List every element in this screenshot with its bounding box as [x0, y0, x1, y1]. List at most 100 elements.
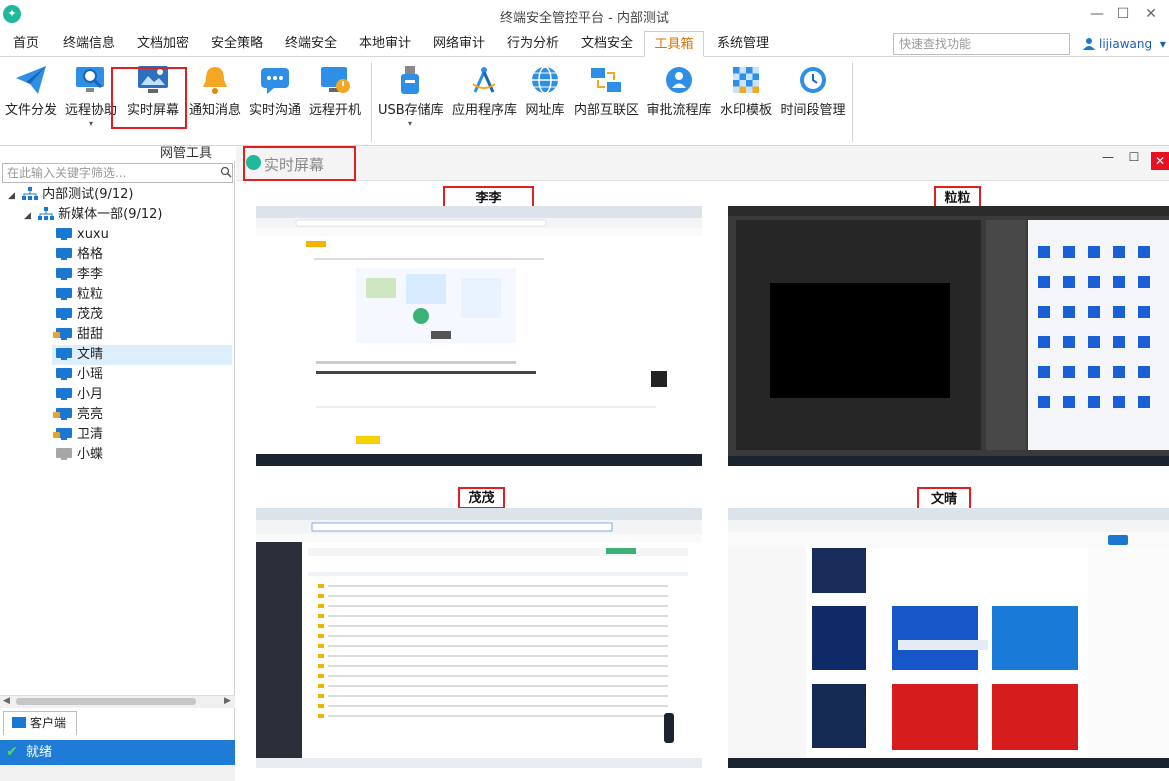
- screen-name-label: 茂茂: [468, 491, 495, 506]
- tree-terminal-node[interactable]: 甜甜: [53, 325, 103, 345]
- tree-terminal-node[interactable]: 亮亮: [53, 405, 103, 425]
- screen-thumbnail[interactable]: [728, 508, 1169, 768]
- usb-drive-icon: [393, 64, 427, 96]
- computer-icon: [56, 348, 72, 360]
- scrollbar-thumb[interactable]: [16, 698, 196, 705]
- computer-icon: [56, 228, 72, 240]
- chevron-down-icon: ▾: [88, 119, 93, 128]
- maximize-button[interactable]: ☐: [1112, 4, 1134, 24]
- chevron-down-icon: ▾: [407, 119, 412, 128]
- menu-network-audit[interactable]: 网络审计: [428, 31, 490, 57]
- tree-terminal-node[interactable]: 茂茂: [56, 305, 103, 325]
- gear-user-icon: [662, 64, 696, 96]
- tool-watermark-template[interactable]: 水印模板: [718, 58, 774, 126]
- chevron-down-icon: ▾: [1159, 37, 1166, 51]
- tool-url-lib[interactable]: 网址库: [522, 58, 568, 126]
- expand-arrow-icon[interactable]: ◢: [8, 186, 18, 206]
- status-bar: 就绪: [0, 740, 235, 765]
- screen-thumbnail[interactable]: [256, 206, 702, 466]
- window-title: 终端安全管控平台 - 内部测试: [500, 11, 669, 26]
- locked-computer-icon: [53, 408, 72, 420]
- screen-thumbnail[interactable]: [256, 508, 702, 768]
- ribbon-separator: [371, 62, 372, 142]
- tool-remote-assist[interactable]: 远程协助 ▾: [62, 58, 120, 128]
- tool-remote-boot[interactable]: 远程开机: [306, 58, 364, 126]
- magnifier-monitor-icon: [74, 64, 108, 96]
- expand-arrow-icon[interactable]: ◢: [24, 206, 34, 226]
- menu-system-management[interactable]: 系统管理: [712, 31, 774, 57]
- menu-terminal-security[interactable]: 终端安全: [280, 31, 342, 57]
- tree-terminal-node[interactable]: 卫清: [53, 425, 103, 445]
- locked-computer-icon: [53, 328, 72, 340]
- ribbon-separator: [852, 62, 853, 142]
- tree-root-node[interactable]: ◢ 内部测试(9/12): [8, 185, 133, 205]
- menu-doc-security[interactable]: 文档安全: [576, 31, 638, 57]
- user-name: lijiawang: [1099, 37, 1153, 51]
- computer-icon: [56, 388, 72, 400]
- power-monitor-icon: [318, 64, 352, 96]
- screen-thumbnail[interactable]: [728, 206, 1169, 466]
- menu-local-audit[interactable]: 本地审计: [354, 31, 416, 57]
- realtime-screen-title: 实时屏幕: [264, 156, 325, 174]
- scroll-left-icon[interactable]: ◀: [3, 696, 10, 706]
- tab-client[interactable]: 客户端: [3, 711, 77, 735]
- computer-icon: [56, 248, 72, 260]
- menu-doc-encrypt[interactable]: 文档加密: [132, 31, 194, 57]
- tool-realtime-chat[interactable]: 实时沟通: [246, 58, 304, 126]
- terminal-tree-panel: [0, 161, 235, 741]
- tool-notify-message[interactable]: 通知消息: [186, 58, 244, 126]
- tree-terminal-node[interactable]: 小蝶: [56, 445, 103, 465]
- menu-behavior-analysis[interactable]: 行为分析: [502, 31, 564, 57]
- quick-search-input[interactable]: 快速查找功能: [893, 33, 1070, 55]
- computer-icon: [12, 717, 26, 728]
- chat-bubble-icon: [258, 64, 292, 96]
- monitor-picture-icon: [136, 64, 170, 96]
- ribbon-toolbar: 文件分发 远程协助 ▾ 实时屏幕 通知消息 实时沟通 远程开机 USB存储库 ▾…: [0, 58, 1169, 146]
- offline-computer-icon: [56, 448, 72, 460]
- search-icon[interactable]: [220, 166, 232, 178]
- paper-plane-icon: [14, 64, 48, 96]
- menu-home[interactable]: 首页: [2, 31, 50, 57]
- user-icon: [1083, 37, 1095, 50]
- organization-icon: [22, 187, 39, 200]
- close-button[interactable]: ✕: [1140, 4, 1162, 24]
- tool-realtime-screen[interactable]: 实时屏幕: [124, 58, 182, 126]
- panel-close-button[interactable]: ✕: [1151, 152, 1169, 170]
- tool-internal-interconnect[interactable]: 内部互联区: [574, 58, 639, 126]
- user-menu[interactable]: lijiawang ▾: [1083, 35, 1166, 53]
- checker-grid-icon: [729, 64, 763, 96]
- minimize-button[interactable]: —: [1086, 4, 1108, 24]
- ribbon-group-label: 网管工具: [160, 146, 213, 161]
- tool-usb-storage-lib[interactable]: USB存储库 ▾: [378, 58, 444, 128]
- tree-terminal-node[interactable]: 小瑶: [56, 365, 103, 385]
- tree-filter-input[interactable]: 在此输入关键字筛选...: [2, 163, 233, 183]
- globe-icon: [528, 64, 562, 96]
- tree-terminal-node[interactable]: 李李: [56, 265, 103, 285]
- computer-icon: [56, 288, 72, 300]
- app-logo-icon: [246, 155, 261, 170]
- panel-maximize-button[interactable]: ☐: [1124, 150, 1144, 170]
- tree-terminal-node[interactable]: 粒粒: [56, 285, 103, 305]
- computer-icon: [56, 308, 72, 320]
- tool-file-distribute[interactable]: 文件分发: [2, 58, 60, 126]
- menu-terminal-info[interactable]: 终端信息: [58, 31, 120, 57]
- bell-icon: [198, 64, 232, 96]
- organization-icon: [38, 207, 55, 220]
- tree-terminal-node[interactable]: xuxu: [56, 225, 109, 245]
- tree-group-node[interactable]: ◢ 新媒体一部(9/12): [24, 205, 162, 225]
- check-icon: ✔: [6, 744, 18, 760]
- tree-terminal-node[interactable]: 格格: [56, 245, 103, 265]
- tree-terminal-node[interactable]: 小月: [56, 385, 103, 405]
- menu-toolbox[interactable]: 工具箱: [644, 31, 704, 57]
- app-window: ✦ 终端安全管控平台 - 内部测试 — ☐ ✕ 首页 终端信息 文档加密 安全策…: [0, 0, 1169, 781]
- panel-minimize-button[interactable]: —: [1098, 150, 1118, 170]
- tool-approval-flow-lib[interactable]: 审批流程库: [646, 58, 712, 126]
- clock-gear-icon: [796, 64, 830, 96]
- tree-terminal-node-selected[interactable]: 文晴: [52, 345, 232, 365]
- scroll-right-icon[interactable]: ▶: [224, 696, 231, 706]
- tool-time-period-manage[interactable]: 时间段管理: [778, 58, 848, 126]
- tool-app-lib[interactable]: 应用程序库: [452, 58, 517, 126]
- network-computers-icon: [589, 64, 623, 96]
- menu-security-policy[interactable]: 安全策略: [206, 31, 268, 57]
- computer-icon: [56, 268, 72, 280]
